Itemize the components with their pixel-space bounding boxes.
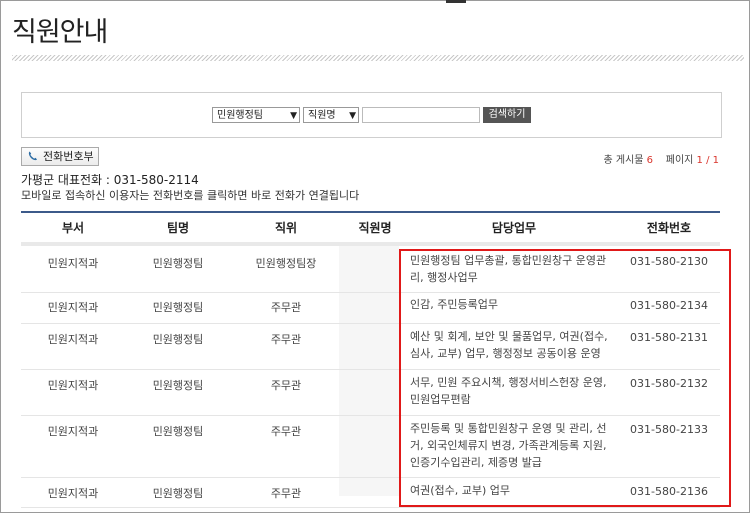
cell-position: 주무관 [270, 301, 302, 314]
cell-position: 주무관 [270, 333, 302, 346]
header-phone: 전화번호 [646, 221, 692, 235]
chevron-down-icon: ▼ [349, 111, 356, 121]
title-divider [12, 55, 744, 61]
header-dept: 부서 [61, 221, 85, 235]
search-panel: 민원행정팀 ▼ 직원명 ▼ 검색하기 [21, 92, 722, 138]
post-count: 총 게시물 6 페이지 1 / 1 [603, 151, 719, 166]
cell-dept: 민원지적과 [47, 425, 99, 438]
cell-team: 민원행정팀 [152, 379, 204, 392]
cell-team: 민원행정팀 [152, 257, 204, 270]
page-title: 직원안내 [12, 17, 108, 48]
cell-position: 주무관 [270, 487, 302, 500]
table-header: 부서 팀명 직위 직원명 담당업무 전화번호 [21, 213, 720, 243]
team-select-value: 민원행정팀 [217, 110, 263, 121]
page-label: 페이지 [665, 155, 694, 166]
page-value: 1 / 1 [696, 155, 719, 166]
cell-position: 주무관 [270, 379, 302, 392]
header-position: 직위 [274, 221, 298, 235]
total-value: 6 [646, 155, 654, 166]
search-field-value: 직원명 [308, 110, 336, 121]
header-task: 담당업무 [491, 221, 537, 235]
cell-dept: 민원지적과 [47, 257, 99, 270]
chevron-down-icon: ▼ [290, 111, 297, 121]
top-marker [446, 0, 466, 3]
header-team: 팀명 [166, 221, 190, 235]
header-name: 직원명 [358, 221, 392, 235]
search-button[interactable]: 검색하기 [483, 107, 531, 123]
cell-position: 민원행정팀장 [255, 257, 317, 270]
highlight-box [399, 249, 731, 507]
total-label: 총 게시물 [603, 155, 644, 166]
cell-team: 민원행정팀 [152, 425, 204, 438]
cell-dept: 민원지적과 [47, 487, 99, 500]
phone-book-button[interactable]: 전화번호부 [21, 147, 99, 166]
cell-team: 민원행정팀 [152, 333, 204, 346]
representative-phone: 가평군 대표전화 : 031-580-2114 [21, 173, 199, 187]
team-select[interactable]: 민원행정팀 ▼ [212, 107, 300, 123]
cell-dept: 민원지적과 [47, 333, 99, 346]
phone-icon [28, 151, 37, 161]
mobile-notice: 모바일로 접속하신 이용자는 전화번호를 클릭하면 바로 전화가 연결됩니다 [21, 189, 360, 202]
search-field-select[interactable]: 직원명 ▼ [303, 107, 359, 123]
cell-team: 민원행정팀 [152, 301, 204, 314]
search-input[interactable] [362, 107, 480, 123]
cell-dept: 민원지적과 [47, 301, 99, 314]
cell-team: 민원행정팀 [152, 487, 204, 500]
cell-position: 주무관 [270, 425, 302, 438]
cell-dept: 민원지적과 [47, 379, 99, 392]
phone-book-label: 전화번호부 [43, 150, 94, 163]
